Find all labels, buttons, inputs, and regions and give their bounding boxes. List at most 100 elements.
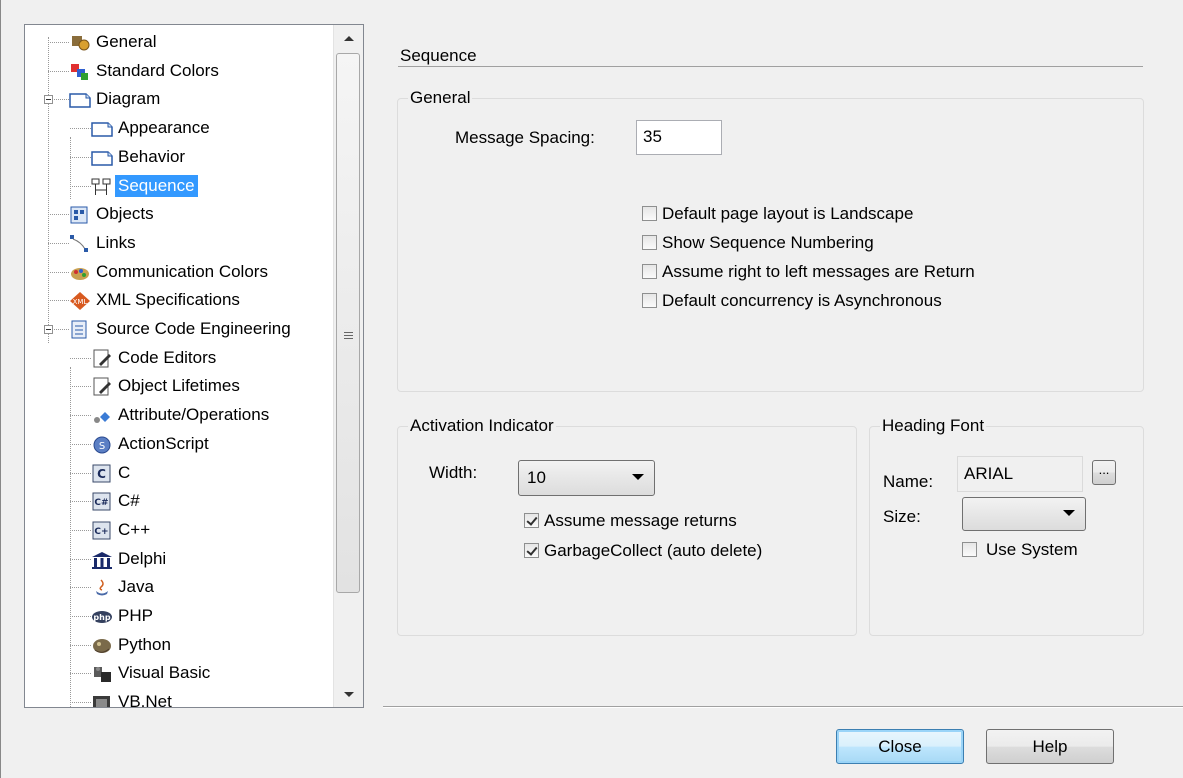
general-group-legend: General bbox=[408, 88, 473, 108]
scrollbar-thumb[interactable] bbox=[336, 53, 360, 593]
collapse-toggle-icon[interactable] bbox=[44, 95, 53, 104]
tree-connector bbox=[70, 157, 91, 158]
tree-item[interactable]: Links bbox=[25, 229, 335, 257]
tree-item[interactable]: Java bbox=[25, 573, 335, 601]
tree-item[interactable]: Python bbox=[25, 631, 335, 659]
tree-connector bbox=[70, 702, 91, 703]
title-divider bbox=[398, 66, 1143, 67]
tree-connector bbox=[70, 559, 91, 560]
checkbox-box[interactable] bbox=[642, 264, 657, 279]
tree-item-label: ActionScript bbox=[118, 434, 209, 453]
help-button[interactable]: Help bbox=[986, 729, 1114, 764]
tree-connector bbox=[48, 42, 69, 43]
landscape-checkbox-label: Default page layout is Landscape bbox=[662, 204, 914, 223]
message-spacing-input[interactable]: 35 bbox=[636, 120, 722, 155]
tree-item-label: Behavior bbox=[118, 147, 186, 166]
code-editor-icon bbox=[93, 349, 111, 368]
tree-item[interactable]: Standard Colors bbox=[25, 57, 335, 85]
tree-item[interactable]: Source Code Engineering bbox=[25, 315, 335, 343]
page-icon bbox=[91, 122, 113, 137]
tree-item[interactable]: Code Editors bbox=[25, 344, 335, 372]
tree-item-label: XML Specifications bbox=[96, 290, 240, 309]
close-button[interactable]: Close bbox=[836, 729, 964, 764]
tree-item[interactable]: XML XML Specifications bbox=[25, 286, 335, 314]
visual-basic-icon bbox=[94, 667, 111, 682]
options-tree[interactable]: General Standard Colors Diagram Appearance B… bbox=[24, 24, 364, 708]
tree-item-label: Sequence bbox=[115, 175, 198, 197]
tree-item[interactable]: Sequence bbox=[25, 172, 335, 200]
tree-item[interactable]: C# C# bbox=[25, 487, 335, 515]
code-editor-icon bbox=[93, 377, 111, 396]
tree-item-label: Attribute/Operations bbox=[118, 405, 270, 424]
checkbox-box[interactable] bbox=[962, 542, 977, 557]
sequence-icon bbox=[91, 178, 111, 195]
tree-item[interactable]: Attribute/Operations bbox=[25, 401, 335, 429]
checkbox-box[interactable] bbox=[524, 513, 539, 528]
tree-item[interactable]: Behavior bbox=[25, 143, 335, 171]
php-icon: php bbox=[92, 611, 112, 623]
communication-colors-icon bbox=[71, 268, 89, 280]
tree-item-label: Python bbox=[118, 635, 171, 654]
tree-item-label: VB.Net bbox=[118, 692, 172, 708]
scrollbar-grip-icon bbox=[344, 332, 353, 340]
svg-text:S: S bbox=[99, 441, 105, 452]
font-browse-button[interactable]: ... bbox=[1092, 460, 1116, 485]
activation-indicator-group bbox=[397, 426, 857, 636]
tree-connector bbox=[70, 673, 91, 674]
page-icon bbox=[69, 93, 91, 108]
garbage-collect-checkbox-label: GarbageCollect (auto delete) bbox=[544, 541, 763, 560]
checkbox-box[interactable] bbox=[642, 235, 657, 250]
font-size-dropdown[interactable] bbox=[962, 497, 1086, 531]
tree-item-label: Source Code Engineering bbox=[96, 319, 291, 338]
csharp-icon: C# bbox=[92, 492, 111, 511]
checkbox-box[interactable] bbox=[524, 543, 539, 558]
python-icon bbox=[93, 639, 111, 653]
tree-connector bbox=[48, 71, 69, 72]
tree-item[interactable]: Communication Colors bbox=[25, 258, 335, 286]
source-code-icon bbox=[71, 320, 87, 339]
collapse-toggle-icon[interactable] bbox=[44, 325, 53, 334]
attribute-operations-icon bbox=[94, 412, 110, 423]
width-dropdown[interactable]: 10 bbox=[518, 460, 655, 496]
svg-text:C: C bbox=[97, 467, 106, 481]
cpp-icon: C+ bbox=[92, 521, 111, 540]
font-size-label: Size: bbox=[883, 507, 921, 526]
tree-connector bbox=[48, 243, 69, 244]
tree-item[interactable]: General bbox=[25, 28, 335, 56]
tree-item[interactable]: Diagram bbox=[25, 85, 335, 113]
tree-item[interactable]: Visual Basic bbox=[25, 659, 335, 687]
tree-item[interactable]: Object Lifetimes bbox=[25, 372, 335, 400]
java-icon bbox=[96, 579, 108, 596]
tree-item[interactable]: php PHP bbox=[25, 602, 335, 630]
sequence-numbering-checkbox-label: Show Sequence Numbering bbox=[662, 233, 874, 252]
color-palette-icon bbox=[71, 64, 88, 80]
tree-connector bbox=[48, 300, 69, 301]
tree-scrollbar[interactable] bbox=[333, 25, 363, 707]
tree-item[interactable]: C+ C++ bbox=[25, 516, 335, 544]
tree-connector bbox=[70, 645, 91, 646]
tree-connector bbox=[48, 272, 69, 273]
tree-item[interactable]: Objects bbox=[25, 200, 335, 228]
width-label: Width: bbox=[429, 463, 478, 482]
heading-font-legend: Heading Font bbox=[880, 416, 987, 436]
dropdown-arrow-icon bbox=[632, 474, 644, 480]
dropdown-arrow-icon bbox=[1063, 510, 1075, 516]
tree-item[interactable]: VB.Net bbox=[25, 688, 335, 708]
checkbox-box[interactable] bbox=[642, 293, 657, 308]
tree-item-label: C++ bbox=[118, 520, 151, 539]
tree-rows: General Standard Colors Diagram Appearance B… bbox=[25, 25, 335, 708]
tree-item-label: Appearance bbox=[118, 118, 210, 137]
scroll-up-arrow-icon[interactable] bbox=[334, 25, 363, 51]
checkbox-box[interactable] bbox=[642, 206, 657, 221]
wrench-gear-icon bbox=[72, 36, 90, 51]
use-system-checkbox-label: Use System bbox=[986, 540, 1078, 559]
tree-item[interactable]: CC bbox=[25, 459, 335, 487]
tree-item[interactable]: Appearance bbox=[25, 114, 335, 142]
window-edge bbox=[0, 0, 1, 778]
tree-item-label: C bbox=[118, 463, 131, 482]
scroll-down-arrow-icon[interactable] bbox=[334, 681, 363, 707]
tree-item[interactable]: S ActionScript bbox=[25, 430, 335, 458]
c-language-icon: C bbox=[92, 464, 111, 483]
tree-item[interactable]: Delphi bbox=[25, 545, 335, 573]
font-name-field: ARIAL bbox=[957, 456, 1083, 492]
